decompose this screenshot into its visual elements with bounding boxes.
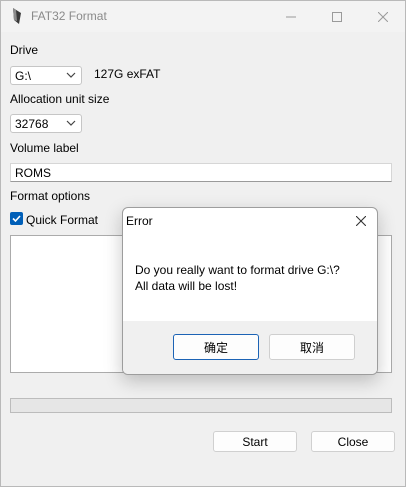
close-icon: [356, 216, 366, 226]
allocation-unit-label: Allocation unit size: [10, 92, 110, 106]
minimize-icon: [286, 16, 296, 17]
volume-label-label: Volume label: [10, 141, 79, 155]
quick-format-label: Quick Format: [26, 213, 99, 227]
maximize-icon: [332, 11, 342, 22]
format-options-label: Format options: [10, 189, 91, 203]
dialog-cancel-button[interactable]: 取消: [269, 334, 355, 360]
title-bar: FAT32 Format: [1, 1, 405, 32]
dialog-cancel-label: 取消: [299, 340, 324, 355]
volume-label-value: ROMS: [15, 166, 51, 180]
drive-info: 127G exFAT: [94, 67, 161, 81]
allocation-unit-select[interactable]: 32768: [10, 114, 82, 133]
close-icon: [378, 11, 388, 22]
window-title: FAT32 Format: [31, 9, 107, 23]
app-icon: [13, 8, 21, 24]
drive-select[interactable]: G:\: [10, 66, 82, 85]
close-button[interactable]: Close: [311, 431, 395, 452]
dialog-ok-label: 确定: [203, 340, 228, 355]
window-close-button[interactable]: [360, 1, 406, 32]
checkmark-icon: [12, 215, 21, 223]
drive-label: Drive: [10, 43, 39, 57]
drive-select-value: G:\: [15, 69, 32, 83]
dialog-ok-button[interactable]: 确定: [173, 334, 259, 360]
chevron-down-icon: [66, 72, 76, 78]
close-button-label: Close: [337, 434, 369, 449]
minimize-button[interactable]: [268, 1, 314, 32]
allocation-unit-value: 32768: [15, 117, 49, 131]
start-button[interactable]: Start: [213, 431, 297, 452]
dialog-message-line1: Do you really want to format drive G:\?: [135, 263, 340, 277]
quick-format-checkbox[interactable]: [10, 212, 23, 225]
maximize-button[interactable]: [314, 1, 360, 32]
dialog-message: Do you really want to format drive G:\? …: [135, 262, 340, 294]
dialog-close-button[interactable]: [349, 210, 373, 232]
dialog-message-line2: All data will be lost!: [135, 279, 238, 293]
dialog-title: Error: [126, 214, 153, 228]
start-button-label: Start: [242, 434, 268, 449]
volume-label-input[interactable]: ROMS: [10, 163, 392, 182]
progress-bar: [10, 398, 392, 413]
dialog-footer: 确定 取消: [123, 321, 377, 374]
error-dialog: Error Do you really want to format drive…: [122, 207, 378, 375]
chevron-down-icon: [66, 120, 76, 126]
